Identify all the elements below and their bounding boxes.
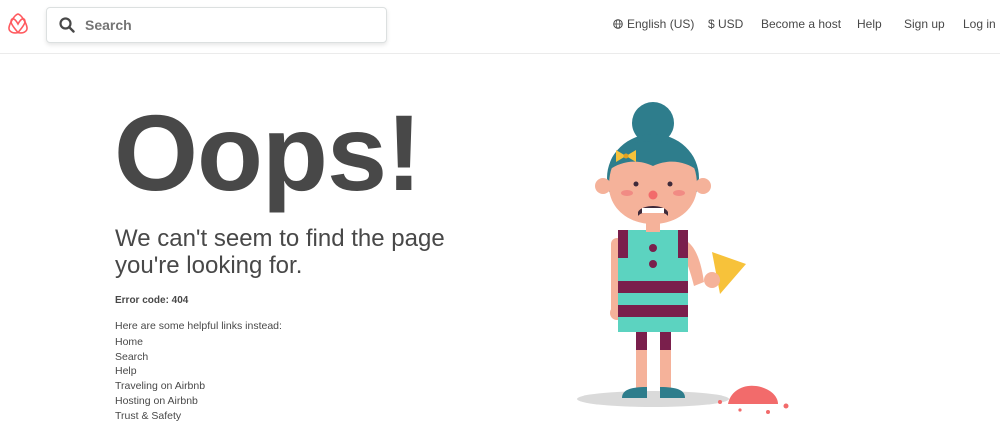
page-title: Oops!: [114, 92, 422, 213]
link-help[interactable]: Help: [115, 364, 205, 379]
top-header: English (US) $ USD Become a host Help Si…: [0, 0, 1000, 54]
search-icon: [59, 17, 75, 33]
search-box[interactable]: [46, 7, 387, 43]
airbnb-logo-icon[interactable]: [7, 12, 29, 36]
help-link[interactable]: Help: [857, 0, 882, 54]
search-input[interactable]: [85, 12, 375, 38]
language-selector[interactable]: English (US): [613, 0, 694, 54]
error-code: Error code: 404: [115, 295, 189, 306]
page-subtitle: We can't seem to find the page you're lo…: [115, 225, 445, 279]
link-traveling-on-airbnb[interactable]: Traveling on Airbnb: [115, 379, 205, 394]
link-hosting-on-airbnb[interactable]: Hosting on Airbnb: [115, 394, 205, 409]
language-label: English (US): [627, 17, 695, 31]
helpful-links-intro: Here are some helpful links instead:: [115, 320, 282, 332]
link-trust-and-safety[interactable]: Trust & Safety: [115, 409, 205, 424]
ground-shadow: [577, 391, 729, 407]
log-in-link[interactable]: Log in: [963, 0, 996, 54]
helpful-links-list: Home Search Help Traveling on Airbnb Hos…: [115, 335, 205, 423]
link-home[interactable]: Home: [115, 335, 205, 350]
globe-icon: [613, 19, 623, 29]
currency-selector[interactable]: $ USD: [708, 0, 743, 54]
become-host-link[interactable]: Become a host: [761, 0, 841, 54]
link-search[interactable]: Search: [115, 350, 205, 365]
sign-up-link[interactable]: Sign up: [904, 0, 945, 54]
dropped-ice-cream-icon: [718, 385, 789, 414]
sad-girl-illustration: [577, 102, 789, 414]
